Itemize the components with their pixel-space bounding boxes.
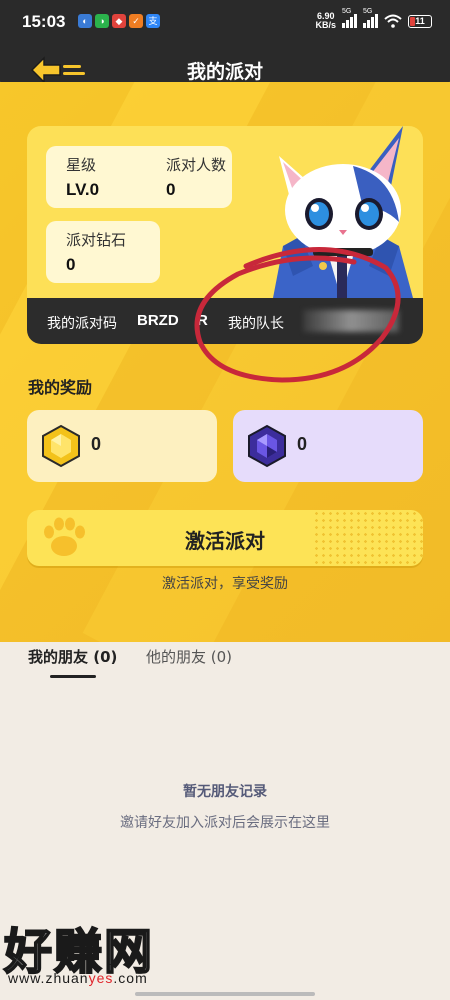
signal-icon: 5G <box>363 8 378 28</box>
status-time: 15:03 <box>22 12 66 31</box>
gold-reward-card[interactable]: 0 <box>27 410 217 482</box>
purple-gem-icon <box>248 424 286 468</box>
tab-my-friends[interactable]: 我的朋友 (0) <box>28 646 117 667</box>
active-tab-indicator <box>50 675 96 678</box>
watermark-url: www.zhuanyes.com <box>8 970 148 986</box>
tab-their-friends[interactable]: 他的朋友 (0) <box>146 646 232 667</box>
watermark-url-yes: yes <box>88 970 114 986</box>
check-app-icon: ✓ <box>129 14 143 28</box>
notification-icons: ◐ ◑ ◆ ✓ 支 <box>78 14 160 28</box>
purple-reward-value: 0 <box>297 434 308 454</box>
watermark-url-suffix: .com <box>113 970 148 986</box>
purple-reward-card[interactable]: 0 <box>233 410 423 482</box>
app-notify-icon: ◆ <box>112 14 126 28</box>
wechat-icon: ◑ <box>95 14 109 28</box>
people-label: 派对人数 <box>166 156 227 174</box>
signal-icon: 5G <box>342 8 357 28</box>
diamond-panel: 派对钻石 0 <box>46 221 160 283</box>
network-speed: 6.90 KB/s <box>315 12 336 30</box>
home-indicator[interactable] <box>135 992 315 996</box>
watermark-url-prefix: www.zhuan <box>8 970 89 986</box>
wifi-icon <box>384 14 402 28</box>
activate-party-button[interactable]: 激活派对 <box>27 510 423 566</box>
gold-gem-icon <box>42 424 80 468</box>
battery-icon: 11 <box>408 14 432 28</box>
gold-reward-value: 0 <box>91 434 102 454</box>
signal-label: 5G <box>363 8 373 15</box>
level-value: LV.0 <box>66 180 100 199</box>
red-circle-annotation <box>194 247 401 383</box>
people-value: 0 <box>166 180 176 199</box>
empty-state-description: 邀请好友加入派对后会展示在这里 <box>120 815 330 831</box>
activate-subtitle: 激活派对，享受奖励 <box>162 576 288 592</box>
page-title: 我的派对 <box>186 61 263 83</box>
speed-unit: KB/s <box>315 20 336 30</box>
party-code-value[interactable]: BRZD <box>137 312 179 329</box>
status-right: 6.90 KB/s 5G 5G 11 <box>315 8 432 30</box>
party-code-label: 我的派对码 <box>47 316 117 332</box>
alipay-icon: 支 <box>146 14 160 28</box>
status-bar: 15:03 ◐ ◑ ◆ ✓ 支 6.90 KB/s 5G 5G 11 <box>0 0 450 42</box>
signal-label: 5G <box>342 8 352 15</box>
level-label: 星级 <box>66 156 97 174</box>
diamond-value: 0 <box>66 255 76 274</box>
rewards-title: 我的奖励 <box>28 378 93 397</box>
empty-state-title: 暂无朋友记录 <box>183 784 267 800</box>
level-people-panel: 星级 LV.0 派对人数 0 <box>46 146 232 208</box>
watermark: 好赚网 www.zhuanyes.com <box>0 912 200 1000</box>
battery-level: 11 <box>415 15 425 26</box>
diamond-label: 派对钻石 <box>66 231 127 249</box>
activate-party-label: 激活派对 <box>185 529 265 553</box>
app-notify-icon: ◐ <box>78 14 92 28</box>
